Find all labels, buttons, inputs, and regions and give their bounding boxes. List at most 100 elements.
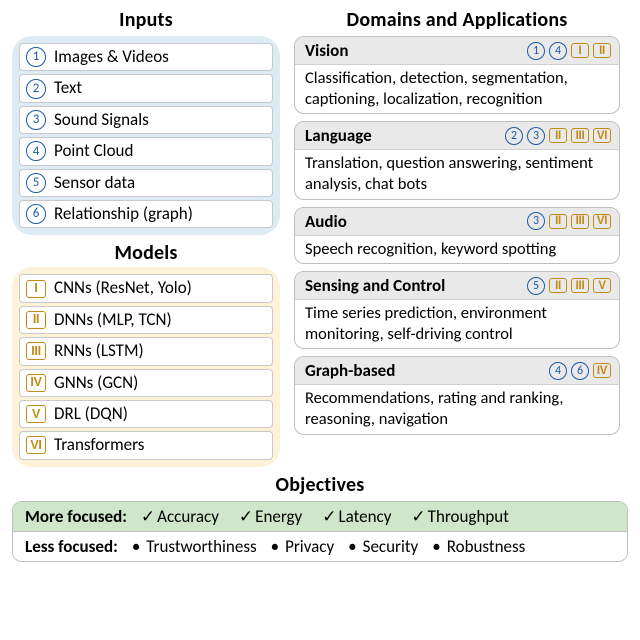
models-panel: ICNNs (ResNet, Yolo) II DNNs (MLP, TCN) III… [12,267,280,466]
input-row: 6 Relationship (graph) [19,200,273,228]
more-focused-items: Accuracy Energy Latency Throughput [141,506,509,527]
model-ref-badge: III [571,128,589,143]
right-column: Domains and Applications Vision 14III Cl… [294,8,620,467]
model-roman-badge: VI [26,436,46,454]
objective-more-item: Throughput [411,506,509,527]
objective-more-item: Energy [239,506,302,527]
model-label: CNNs (ResNet, Yolo) [54,278,192,298]
input-ref-badge: 4 [549,362,567,380]
domain-card: Sensing and Control 5IIIIIV Time series … [294,271,620,349]
input-number-badge: 3 [26,110,46,130]
input-number-badge: 5 [26,173,46,193]
domain-card: Graph-based 46 IV Recommendations, rating… [294,356,620,434]
domain-tags: 23IIIIIVI [505,127,611,145]
objectives-section: Objectives More focused: Accuracy Energy L… [12,473,628,562]
model-label: Transformers [54,435,144,455]
model-roman-badge: V [26,405,46,423]
objective-more-item: Accuracy [141,506,219,527]
input-number-badge: 2 [26,79,46,99]
domain-tags: 3IIIIIVI [527,212,611,230]
input-row: 1Images & Videos [19,43,273,71]
domain-body: Speech recognition, keyword spotting [295,236,619,264]
inputs-title: Inputs [12,8,280,32]
domain-card: Audio 3IIIIIVI Speech recognition, keywo… [294,207,620,265]
input-ref-badge: 3 [527,212,545,230]
model-ref-badge: II [593,43,611,58]
model-label: DRL (DQN) [54,404,128,424]
input-number-badge: 6 [26,204,46,224]
input-row: 2 Text [19,74,273,102]
domain-name: Graph-based [305,360,395,381]
model-ref-badge: V [593,278,611,293]
input-ref-badge: 5 [527,277,545,295]
top-row: Inputs 1Images & Videos2Text3Sound Signa… [12,8,628,467]
domain-card: Vision 14III Classification, detection, … [294,36,620,114]
model-roman-badge: IV [26,374,46,392]
domain-body: Translation, question answering, sentime… [295,150,619,198]
input-label: Point Cloud [54,141,133,161]
model-ref-badge: VI [593,128,611,143]
objective-less-item: Security [348,536,418,557]
domain-header: Graph-based 46 IV [295,357,619,385]
input-label: Relationship (graph) [54,204,193,224]
objective-more-item: Latency [322,506,391,527]
domain-name: Sensing and Control [305,275,445,296]
objectives-less-row: Less focused: TrustworthinessPrivacySecu… [13,532,627,561]
input-row: 5 Sensor data [19,169,273,197]
domain-tags: 5IIIIIV [527,277,611,295]
input-ref-badge: 4 [549,42,567,60]
objectives-more-row: More focused: Accuracy Energy Latency Throu… [13,502,627,532]
domain-header: Audio 3IIIIIVI [295,208,619,236]
model-label: RNNs (LSTM) [54,341,144,361]
input-ref-badge: 1 [527,42,545,60]
model-row: II DNNs (MLP, TCN) [19,306,273,334]
input-row: 3 Sound Signals [19,106,273,134]
domain-name: Vision [305,40,348,61]
domain-header: Sensing and Control 5IIIIIV [295,272,619,300]
model-ref-badge: I [571,43,589,58]
model-row: V DRL (DQN) [19,400,273,428]
domains-panel: Vision 14III Classification, detection, … [294,36,620,435]
model-label: DNNs (MLP, TCN) [54,310,172,330]
input-label: Sensor data [54,173,135,193]
model-ref-badge: IV [593,363,611,378]
less-focused-label: Less focused: [25,536,118,557]
model-ref-badge: II [549,278,567,293]
model-ref-badge: II [549,128,567,143]
domain-body: Recommendations, rating and ranking, rea… [295,385,619,433]
less-focused-items: TrustworthinessPrivacySecurityRobustness [132,536,525,557]
more-focused-label: More focused: [25,506,127,527]
input-label: Images & Videos [54,47,169,67]
input-label: Text [54,78,82,98]
domain-name: Audio [305,211,347,232]
model-ref-badge: II [549,214,567,229]
input-number-badge: 4 [26,141,46,161]
input-row: 4 Point Cloud [19,137,273,165]
input-ref-badge: 6 [571,362,589,380]
model-ref-badge: III [571,278,589,293]
input-label: Sound Signals [54,110,149,130]
objectives-title: Objectives [12,473,628,497]
model-row: ICNNs (ResNet, Yolo) [19,274,273,302]
models-title: Models [12,241,280,265]
domain-name: Language [305,125,372,146]
domain-header: Language 23IIIIIVI [295,122,619,150]
model-row: IIIRNNs (LSTM) [19,337,273,365]
domain-body: Classification, detection, segmentation,… [295,65,619,113]
domain-tags: 46 IV [549,362,611,380]
domain-body: Time series prediction, environment moni… [295,300,619,348]
input-ref-badge: 2 [505,127,523,145]
inputs-panel: 1Images & Videos 2 Text 3 Sound Signals 4 Poin… [12,36,280,235]
objectives-panel: More focused: Accuracy Energy Latency Throu… [12,501,628,562]
model-row: IV GNNs (GCN) [19,369,273,397]
model-label: GNNs (GCN) [54,373,138,393]
objective-less-item: Privacy [271,536,335,557]
domain-header: Vision 14III [295,37,619,65]
domain-tags: 14III [527,42,611,60]
model-ref-badge: III [571,214,589,229]
objective-less-item: Robustness [432,536,525,557]
domain-card: Language 23IIIIIVI Translation, question… [294,121,620,199]
model-row: VI Transformers [19,431,273,459]
model-ref-badge: VI [593,214,611,229]
model-roman-badge: II [26,311,46,329]
